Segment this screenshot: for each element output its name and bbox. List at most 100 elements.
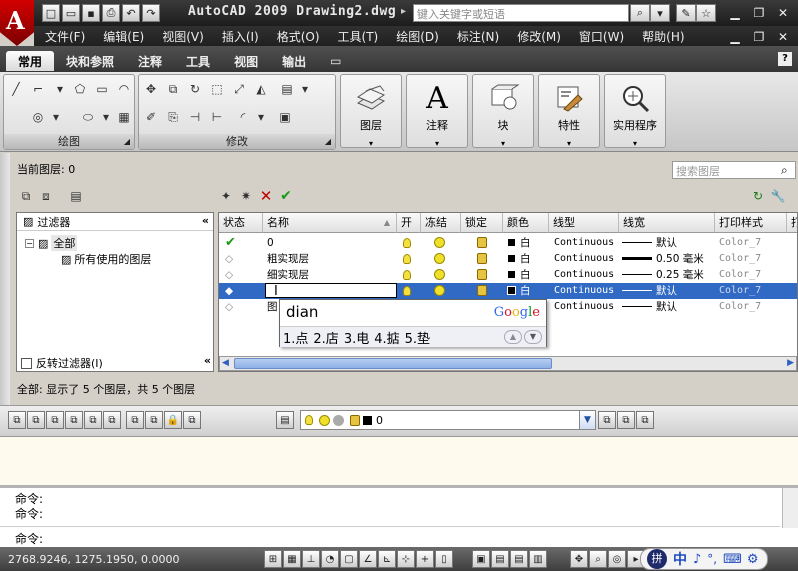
menu-format[interactable]: 格式(O) (268, 28, 329, 45)
settings-wrench-icon[interactable]: 🔧 (768, 186, 788, 206)
ellipse-icon[interactable]: ⬭ (78, 107, 98, 127)
ime-next-page-icon[interactable]: ▼ (524, 330, 542, 344)
rectangle-icon[interactable]: ▭ (92, 79, 112, 99)
layer-search-input[interactable]: 搜索图层 (672, 161, 796, 179)
layer-row[interactable]: ✔ 0 白 Continuous 默认 Color_7 (219, 235, 797, 251)
menu-view[interactable]: 视图(V) (153, 28, 213, 45)
layer-unlock-all-icon[interactable]: ⧉ (183, 411, 201, 429)
menu-modify[interactable]: 修改(M) (508, 28, 570, 45)
pan-icon[interactable]: ✥ (570, 550, 588, 568)
layer-lock-icon[interactable]: 🔒 (164, 411, 182, 429)
layer-linetype[interactable]: Continuous (554, 299, 614, 315)
filter-used-node[interactable]: ▨ 所有使用的图层 (61, 251, 151, 267)
invert-filter-checkbox[interactable] (21, 357, 32, 369)
layer-row-selected[interactable]: ◆ 白 Continuous 默认 Color_7 (219, 283, 797, 299)
layer-thaw-sun-icon[interactable] (434, 235, 445, 251)
ime-candidate[interactable]: 2.店 (313, 328, 338, 347)
search-icon[interactable]: ⌕ (630, 4, 650, 22)
search-dropdown-icon[interactable]: ▾ (650, 4, 670, 22)
combo-dropdown-icon[interactable]: ▼ (579, 411, 595, 429)
erase-brush-icon[interactable]: ✐ (141, 107, 161, 127)
layer-unisolate-icon[interactable]: ⧉ (65, 411, 83, 429)
help-search-input[interactable]: 键入关键字或短语 (413, 4, 629, 22)
menu-edit[interactable]: 编辑(E) (94, 28, 153, 45)
object-snap-tracking-icon[interactable]: ∠ (359, 550, 377, 568)
circle-dropdown-icon[interactable]: ▾ (46, 107, 66, 127)
ime-punctuation-icon[interactable]: °, (707, 552, 717, 566)
modify-panel-title[interactable]: 修改 ◢ (139, 134, 335, 149)
col-freeze[interactable]: 冻结 (421, 213, 461, 233)
lineweight-toggle-icon[interactable]: + (416, 550, 434, 568)
layer-linetype[interactable]: Continuous (554, 267, 614, 283)
delete-layer-icon[interactable]: ✕ (256, 186, 276, 206)
quick-view-icon[interactable]: ▥ (529, 550, 547, 568)
layer-name-edit-input[interactable] (265, 283, 397, 298)
tab-tools[interactable]: 工具 (174, 51, 222, 71)
draw-panel-title[interactable]: 绘图 ◢ (4, 134, 134, 149)
help-icon[interactable]: ? (778, 52, 792, 66)
col-linetype[interactable]: 线型 (549, 213, 619, 233)
stretch-icon[interactable]: ⬚ (207, 79, 227, 99)
layer-on-bulb-icon[interactable] (403, 283, 411, 299)
layer-color[interactable]: 白 (507, 283, 531, 299)
doc-restore-icon[interactable]: ❐ (750, 28, 768, 46)
properties-button[interactable]: 特性 ▾ (538, 74, 600, 148)
tree-collapse-icon[interactable]: − (25, 238, 34, 248)
polar-tracking-icon[interactable]: ◔ (321, 550, 339, 568)
redo-icon[interactable]: ↷ (142, 4, 160, 22)
ellipse-dropdown-icon[interactable]: ▾ (96, 107, 116, 127)
menu-dimension[interactable]: 标注(N) (448, 28, 508, 45)
autocad-logo[interactable]: A (0, 0, 34, 46)
new-layer-frozen-icon[interactable]: ✷ (236, 186, 256, 206)
layer-previous-state-icon[interactable]: ⧉ (617, 411, 635, 429)
layer-lineweight[interactable]: 0.25 毫米 (622, 267, 704, 283)
new-file-icon[interactable]: □ (42, 4, 60, 22)
tab-output[interactable]: 输出 (270, 51, 318, 71)
menu-insert[interactable]: 插入(I) (213, 28, 268, 45)
layer-unlock-icon[interactable] (477, 235, 487, 251)
steering-wheel-icon[interactable]: ◎ (608, 550, 626, 568)
ime-mode-chinese[interactable]: 中 (673, 549, 687, 569)
arc-icon[interactable]: ◠ (114, 79, 134, 99)
layer-linetype[interactable]: Continuous (554, 251, 614, 267)
drawing-area[interactable] (0, 437, 798, 485)
coordinate-readout[interactable]: 2768.9246, 1275.1950, 0.0000 (8, 553, 188, 566)
layer-name[interactable]: 粗实现层 (267, 251, 309, 267)
array-icon[interactable]: ▤ (277, 79, 297, 99)
search-arrow-icon[interactable]: ▸ (401, 6, 406, 17)
layer-color[interactable]: 白 (507, 235, 531, 251)
layer-linetype[interactable]: Continuous (554, 235, 614, 251)
annotation-button[interactable]: A 注释 ▾ (406, 74, 468, 148)
layer-search-icon[interactable]: ⌕ (781, 163, 788, 178)
ime-prev-page-icon[interactable]: ▲ (504, 330, 522, 344)
rotate-icon[interactable]: ↻ (185, 79, 205, 99)
restore-icon[interactable]: ❐ (750, 4, 768, 22)
layer-control-dropdown[interactable]: 0 ▼ (300, 410, 596, 430)
tab-annotate[interactable]: 注释 (126, 51, 174, 71)
layer-name[interactable]: 0 (267, 235, 274, 251)
layer-on-bulb-icon[interactable] (403, 251, 411, 267)
ime-fullwidth-icon[interactable]: ♪ (693, 552, 701, 567)
col-color[interactable]: 颜色 (503, 213, 549, 233)
layer-lineweight[interactable]: 默认 (622, 299, 677, 315)
mirror-icon[interactable]: ◭ (251, 79, 271, 99)
scroll-thumb[interactable] (234, 358, 552, 369)
object-snap-icon[interactable]: ▢ (340, 550, 358, 568)
fillet-dropdown-icon[interactable]: ▾ (251, 107, 271, 127)
layer-walk-icon[interactable]: ⧉ (636, 411, 654, 429)
ime-candidate[interactable]: 5.垫 (405, 328, 430, 347)
collapse-icon[interactable]: « (202, 214, 209, 227)
fillet-icon[interactable]: ◜ (233, 107, 253, 127)
layer-previous-icon[interactable]: ⧉ (8, 411, 26, 429)
layer-linetype[interactable]: Continuous (554, 283, 614, 299)
ime-candidate[interactable]: 4.掂 (374, 328, 399, 347)
new-property-filter-icon[interactable]: ⧉ (16, 186, 36, 206)
minimize-icon[interactable]: ▁ (726, 4, 744, 22)
layer-on-bulb-icon[interactable] (403, 235, 411, 251)
command-scrollbar[interactable] (782, 488, 798, 528)
layer-row[interactable]: ◇ 细实现层 白 Continuous 0.25 毫米 Color_7 (219, 267, 797, 283)
ime-logo-icon[interactable]: 拼 (647, 549, 667, 569)
col-lock[interactable]: 锁定 (461, 213, 503, 233)
doc-minimize-icon[interactable]: ▁ (726, 28, 744, 46)
scroll-left-icon[interactable]: ◀ (222, 358, 229, 368)
